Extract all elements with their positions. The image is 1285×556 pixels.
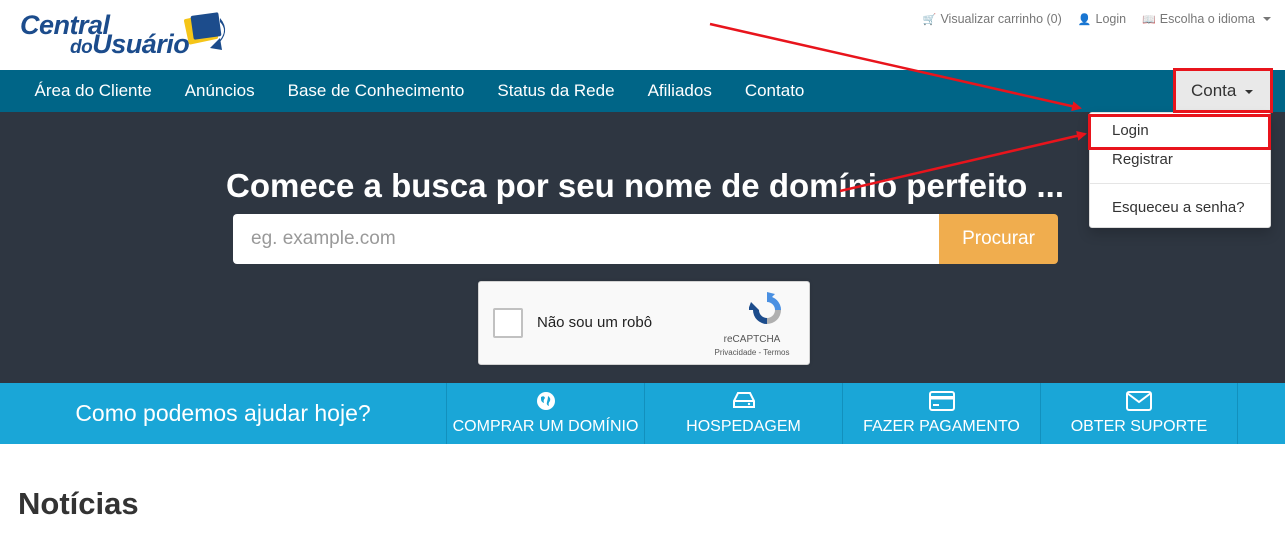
language-icon: 📖 <box>1142 13 1156 26</box>
site-logo[interactable]: Central doUsuário <box>18 6 233 62</box>
main-navbar: Área do Cliente Anúncios Base de Conheci… <box>0 70 1285 112</box>
dropdown-login[interactable]: Login <box>1090 122 1270 139</box>
make-payment-label: FAZER PAGAMENTO <box>863 418 1020 435</box>
view-cart-link[interactable]: 🛒 Visualizar carrinho (0) <box>923 12 1062 26</box>
get-support-button[interactable]: OBTER SUPORTE <box>1040 383 1238 444</box>
news-heading: Notícias <box>18 486 139 521</box>
globe-icon <box>536 392 555 410</box>
nav-item-status-da-rede[interactable]: Status da Rede <box>481 70 631 112</box>
cart-icon: 🛒 <box>922 13 937 26</box>
account-dropdown-menu: Login Registrar Esqueceu a senha? <box>1089 112 1271 228</box>
nav-item-base-de-conhecimento[interactable]: Base de Conhecimento <box>271 70 481 112</box>
logo-text-line2: doUsuário <box>70 29 190 60</box>
chevron-down-icon <box>1263 17 1271 21</box>
help-bar: Como podemos ajudar hoje? COMPRAR UM DOM… <box>0 383 1285 444</box>
buy-domain-button[interactable]: COMPRAR UM DOMÍNIO <box>446 383 644 444</box>
logo-folder-icon <box>183 12 226 50</box>
language-label: Escolha o idioma <box>1159 12 1255 26</box>
top-links: 🛒 Visualizar carrinho (0) 👤 Login 📖 Esco… <box>923 12 1271 26</box>
nav-item-area-do-cliente[interactable]: Área do Cliente <box>18 70 168 112</box>
caret-down-icon <box>1245 89 1254 94</box>
nav-item-afiliados[interactable]: Afiliados <box>631 70 728 112</box>
dropdown-forgot-password[interactable]: Esqueceu a senha? <box>1090 199 1270 216</box>
recaptcha-brand-text: reCAPTCHA <box>723 334 781 345</box>
top-header: Central doUsuário 🛒 Visualizar carrinho … <box>0 0 1285 70</box>
recaptcha-widget: Não sou um robô reCAPTCHA Privacidade - … <box>478 281 810 365</box>
search-button[interactable]: Procurar <box>939 214 1058 264</box>
hard-drive-icon <box>732 392 755 408</box>
top-login-link[interactable]: 👤 Login <box>1078 12 1126 26</box>
buy-domain-label: COMPRAR UM DOMÍNIO <box>452 418 639 435</box>
hosting-button[interactable]: HOSPEDAGEM <box>644 383 842 444</box>
nav-item-anuncios[interactable]: Anúncios <box>168 70 271 112</box>
account-menu-label: Conta <box>1191 81 1237 100</box>
hosting-label: HOSPEDAGEM <box>686 418 801 435</box>
account-menu-button[interactable]: Conta <box>1175 70 1271 112</box>
recaptcha-logo-icon <box>749 292 781 324</box>
logo-text-do: do <box>70 37 93 58</box>
recaptcha-checkbox[interactable] <box>493 308 523 338</box>
view-cart-label: Visualizar carrinho (0) <box>940 12 1062 26</box>
domain-search-input[interactable] <box>233 214 939 264</box>
logo-text-usuario: Usuário <box>92 29 190 59</box>
domain-search-field <box>233 214 939 264</box>
recaptcha-label: Não sou um robô <box>537 314 653 331</box>
top-login-label: Login <box>1095 12 1127 26</box>
dropdown-register[interactable]: Registrar <box>1090 151 1270 168</box>
language-selector[interactable]: 📖 Escolha o idioma <box>1142 12 1271 26</box>
nav-item-contato[interactable]: Contato <box>728 70 821 112</box>
envelope-icon <box>1126 391 1152 411</box>
get-support-label: OBTER SUPORTE <box>1070 418 1208 435</box>
user-icon: 👤 <box>1077 13 1092 26</box>
recaptcha-brand: reCAPTCHA Privacidade - Termos <box>707 334 797 357</box>
recaptcha-terms-link[interactable]: Privacidade - Termos <box>707 348 797 357</box>
dropdown-divider <box>1090 183 1270 184</box>
help-question: Como podemos ajudar hoje? <box>75 400 371 426</box>
make-payment-button[interactable]: FAZER PAGAMENTO <box>842 383 1040 444</box>
credit-card-icon <box>928 391 955 411</box>
nav-items: Área do Cliente Anúncios Base de Conheci… <box>18 70 821 112</box>
